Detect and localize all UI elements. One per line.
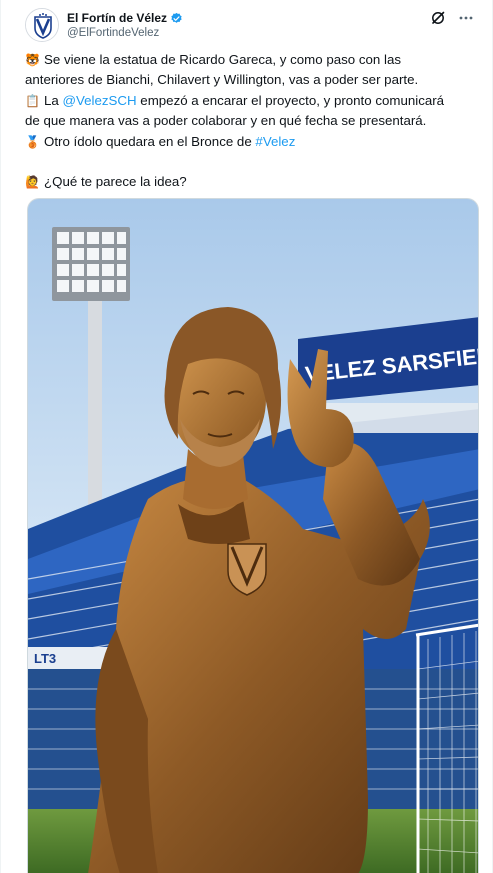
tweet-line-1: 🐯 Se viene la estatua de Ricardo Gareca, … [25,50,474,70]
hashtag-link[interactable]: #Velez [255,134,295,149]
grok-icon [432,11,445,24]
tweet-line-5-prefix: Otro ídolo quedara en el Bronce de [44,133,256,149]
clipboard-emoji-icon: 📋 [25,93,40,108]
tiger-emoji-icon: 🐯 [25,53,40,67]
display-name-row: El Fortín de Vélez [67,10,183,26]
tweet-header: El Fortín de Vélez @ElFortindeVelez [25,8,474,44]
bronze-medal-emoji-icon: 🥉 [25,134,40,149]
club-crest-icon [26,9,58,41]
tweet-line-6: 🙋 ¿Qué te parece la idea? [25,172,474,192]
board-text: LT3 [34,651,56,666]
tweet-line-5: 🥉 Otro ídolo quedara en el Bronce de #Vel… [25,132,474,152]
grok-button[interactable] [430,10,446,26]
tweet-line-2: anteriores de Bianchi, Chilavert y Willi… [25,70,474,90]
tweet-line-4: de que manera vas a poder colaborar y en… [25,111,474,131]
tweet-line-3: 📋 La @VelezSCH empezó a encarar el proyec… [25,91,474,111]
tweet-text: 🐯 Se viene la estatua de Ricardo Gareca, … [25,50,474,193]
tweet-line-4-text: de que manera vas a poder colaborar y en… [25,113,427,129]
display-name[interactable]: El Fortín de Vélez [67,11,167,25]
more-options-icon [459,16,473,20]
tweet-line-2-text: anteriores de Bianchi, Chilavert y Willi… [25,72,419,88]
more-options-button[interactable] [458,10,474,26]
tweet-line-1-text: Se viene la estatua de Ricardo Gareca, y… [44,52,401,67]
tweet-line-3-suffix: empezó a encarar el proyecto, y pronto c… [136,92,445,108]
statue-photo: VELEZ SARSFIELD LT3 [28,199,478,873]
handle[interactable]: @ElFortindeVelez [67,27,183,39]
verified-badge-icon [171,12,182,23]
mention-link[interactable]: @VelezSCH [63,93,137,108]
tweet-card: El Fortín de Vélez @ElFortindeVelez 🐯 Se… [0,0,493,873]
tweet-media-photo[interactable]: VELEZ SARSFIELD LT3 [27,198,479,873]
header-actions [430,10,474,26]
raising-hand-emoji-icon: 🙋 [25,175,40,190]
author-names: El Fortín de Vélez @ElFortindeVelez [67,10,183,39]
avatar[interactable] [25,8,59,42]
tweet-line-6-text: ¿Qué te parece la idea? [44,174,187,190]
tweet-line-3-prefix: La [44,92,63,108]
